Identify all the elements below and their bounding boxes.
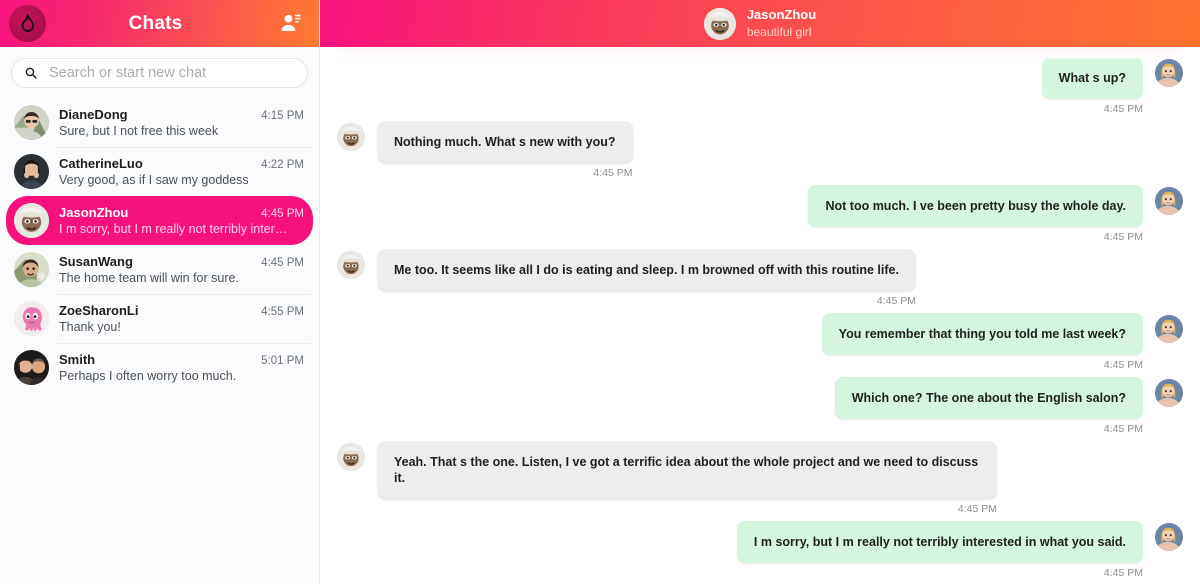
sidebar-header: Chats (0, 0, 319, 47)
chat-item-meta: SusanWang 4:45 PM The home team will win… (59, 254, 304, 285)
search-icon (25, 67, 37, 79)
chat-header-status: beautiful girl (746, 25, 812, 39)
message-bubble: Which one? The one about the English sal… (834, 377, 1143, 419)
search-container (0, 47, 319, 97)
message-block: Not too much. I ve been pretty busy the … (808, 185, 1143, 243)
chat-item-preview: Very good, as if I saw my goddess (59, 173, 249, 187)
chat-item-meta: Smith 5:01 PM Perhaps I often worry too … (59, 352, 304, 383)
chat-item-time: 4:45 PM (261, 208, 304, 220)
message-list: What s up? 4:45 PM Nothing much. What s … (320, 47, 1200, 584)
chat-item-meta: CatherineLuo 4:22 PM Very good, as if I … (59, 156, 304, 187)
chat-list-item-smith[interactable]: Smith 5:01 PM Perhaps I often worry too … (6, 343, 313, 392)
blonde-woman-avatar (1155, 523, 1183, 551)
search-box[interactable] (11, 58, 308, 88)
message-bubble: I m sorry, but I m really not terribly i… (736, 521, 1143, 563)
blonde-woman-avatar (1155, 315, 1183, 343)
scrolled-message-fade (337, 47, 1183, 59)
message-block: What s up? 4:45 PM (1041, 57, 1143, 115)
chat-item-time: 4:22 PM (261, 159, 304, 171)
chat-item-name: DianeDong (59, 107, 128, 122)
message-timestamp: 4:45 PM (1103, 103, 1143, 115)
woman-dark-avatar (14, 154, 49, 189)
message-timestamp: 4:45 PM (1103, 359, 1143, 371)
chat-item-meta: ZoeSharonLi 4:55 PM Thank you! (59, 303, 304, 334)
message-row: Nothing much. What s new with you? 4:45 … (337, 121, 1183, 179)
chat-item-preview: The home team will win for sure. (59, 271, 239, 285)
message-row: Not too much. I ve been pretty busy the … (337, 185, 1183, 243)
message-bubble: Not too much. I ve been pretty busy the … (808, 185, 1143, 227)
message-row: Which one? The one about the English sal… (337, 377, 1183, 435)
chat-header-name: JasonZhou (746, 7, 817, 22)
chat-item-name: CatherineLuo (59, 156, 143, 171)
chat-item-meta: DianeDong 4:15 PM Sure, but I not free t… (59, 107, 304, 138)
message-block: Me too. It seems like all I do is eating… (377, 249, 916, 307)
message-row: What s up? 4:45 PM (337, 57, 1183, 115)
chat-item-preview: Sure, but I not free this week (59, 124, 219, 138)
message-timestamp: 4:45 PM (1103, 567, 1143, 579)
woman-glasses-avatar (14, 105, 49, 140)
blonde-woman-avatar (1155, 379, 1183, 407)
message-row: Yeah. That s the one. Listen, I ve got a… (337, 441, 1183, 515)
man-cap-avatar (337, 443, 365, 471)
message-bubble: Me too. It seems like all I do is eating… (377, 249, 916, 291)
message-bubble: You remember that thing you told me last… (821, 313, 1143, 355)
search-input[interactable] (49, 65, 295, 81)
message-timestamp: 4:45 PM (593, 167, 633, 179)
sidebar: Chats Search or start new chat DianeDong… (0, 0, 320, 584)
chat-item-meta: JasonZhou 4:45 PM I m sorry, but I m rea… (59, 205, 304, 236)
chat-item-name: JasonZhou (59, 205, 129, 220)
chat-item-name: SusanWang (59, 254, 133, 269)
chat-panel: JasonZhou beautiful girl What s up? 4:45… (320, 0, 1200, 584)
chat-item-name: ZoeSharonLi (59, 303, 139, 318)
message-block: I m sorry, but I m really not terribly i… (736, 521, 1143, 579)
message-timestamp: 4:45 PM (1103, 231, 1143, 243)
add-contact-icon[interactable] (275, 9, 305, 39)
chat-header-inner: JasonZhou beautiful girl (703, 7, 816, 40)
person-green-avatar (14, 252, 49, 287)
chat-list-item-zoesharonli[interactable]: ZoeSharonLi 4:55 PM Thank you! (6, 294, 313, 343)
man-cap-avatar (14, 203, 49, 238)
chat-header: JasonZhou beautiful girl (320, 0, 1200, 47)
man-cap-avatar (337, 251, 365, 279)
chat-list-item-susanwang[interactable]: SusanWang 4:45 PM The home team will win… (6, 245, 313, 294)
chat-list: DianeDong 4:15 PM Sure, but I not free t… (0, 97, 319, 584)
message-timestamp: 4:45 PM (876, 295, 916, 307)
chat-item-time: 4:45 PM (261, 257, 304, 269)
chat-item-time: 4:15 PM (261, 110, 304, 122)
message-block: Nothing much. What s new with you? 4:45 … (377, 121, 633, 179)
chat-item-preview: I m sorry, but I m really not terribly i… (59, 222, 288, 236)
message-bubble: What s up? (1041, 57, 1143, 99)
chat-list-item-jasonzhou[interactable]: JasonZhou 4:45 PM I m sorry, but I m rea… (6, 196, 313, 245)
blonde-woman-avatar (1155, 59, 1183, 87)
chat-list-item-dianedong[interactable]: DianeDong 4:15 PM Sure, but I not free t… (6, 98, 313, 147)
message-timestamp: 4:45 PM (957, 503, 997, 515)
pink-octopus-avatar (14, 301, 49, 336)
chat-list-item-catherineluo[interactable]: CatherineLuo 4:22 PM Very good, as if I … (6, 147, 313, 196)
message-bubble: Yeah. That s the one. Listen, I ve got a… (377, 441, 997, 499)
message-bubble: Nothing much. What s new with you? (377, 121, 633, 163)
chat-item-time: 4:55 PM (261, 306, 304, 318)
message-block: You remember that thing you told me last… (821, 313, 1143, 371)
chat-header-avatar[interactable] (703, 7, 736, 40)
sidebar-title: Chats (128, 12, 183, 34)
chat-item-time: 5:01 PM (261, 355, 304, 367)
chat-header-text: JasonZhou beautiful girl (747, 7, 816, 40)
message-row: Me too. It seems like all I do is eating… (337, 249, 1183, 307)
message-row: I m sorry, but I m really not terribly i… (337, 521, 1183, 579)
blonde-woman-avatar (1155, 187, 1183, 215)
message-timestamp: 4:45 PM (1103, 423, 1143, 435)
message-row: You remember that thing you told me last… (337, 313, 1183, 371)
message-block: Yeah. That s the one. Listen, I ve got a… (377, 441, 997, 515)
chat-application: Chats Search or start new chat DianeDong… (0, 0, 1200, 584)
chat-item-name: Smith (59, 352, 96, 367)
chat-item-preview: Thank you! (59, 320, 121, 334)
man-cap-avatar (337, 123, 365, 151)
message-block: Which one? The one about the English sal… (834, 377, 1143, 435)
couple-avatar (14, 350, 49, 385)
chat-item-preview: Perhaps I often worry too much. (59, 369, 237, 383)
